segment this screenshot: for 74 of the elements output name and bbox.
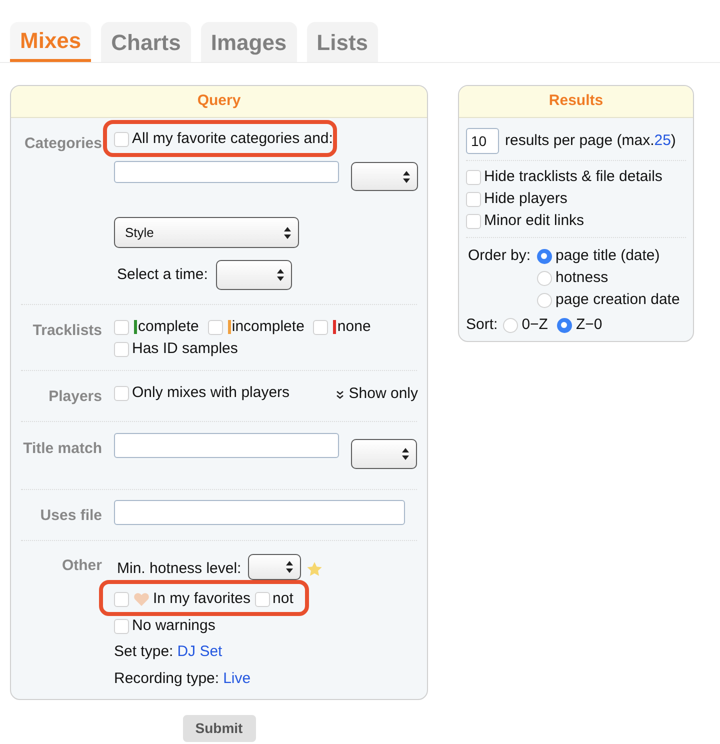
- radio-label: hotness: [556, 269, 608, 287]
- select-dropdown[interactable]: [351, 439, 417, 469]
- field-label: Set type:: [114, 642, 174, 662]
- checkbox[interactable]: [114, 592, 129, 606]
- checkbox-label: In my favorites: [153, 590, 251, 608]
- section-label: Tracklists: [32, 322, 102, 339]
- field-label: Order by:: [468, 246, 531, 266]
- checkbox[interactable]: [466, 170, 481, 184]
- tab[interactable]: Lists: [306, 22, 378, 62]
- checkbox-label: Has ID samples: [132, 340, 238, 358]
- field-label: Sort:: [466, 314, 498, 335]
- radio-button[interactable]: [536, 270, 552, 286]
- text-field[interactable]: [114, 500, 405, 525]
- set-type-link[interactable]: DJ Set: [177, 640, 222, 664]
- panel-header: Query: [11, 86, 427, 118]
- radio-button[interactable]: [502, 318, 518, 332]
- checkbox[interactable]: [114, 618, 129, 634]
- checkbox[interactable]: [466, 192, 481, 206]
- tab[interactable]: Images: [200, 22, 297, 62]
- radio-button[interactable]: [556, 318, 572, 332]
- submit-button[interactable]: Submit: [182, 715, 256, 742]
- section-label: Title match: [23, 440, 102, 457]
- field-label: Recording type:: [114, 668, 220, 689]
- checkbox-label: incomplete: [232, 318, 304, 336]
- section-label: Uses file: [40, 507, 102, 524]
- select-dropdown[interactable]: [248, 554, 302, 580]
- section-label: Categories: [24, 135, 102, 152]
- field-label: Select a time:: [117, 264, 208, 285]
- checkbox-label: No warnings: [132, 617, 216, 635]
- number-field[interactable]: 10: [466, 128, 499, 154]
- checkbox[interactable]: [466, 214, 481, 228]
- radio-button[interactable]: [536, 292, 552, 308]
- radio-label: Z−0: [576, 316, 602, 334]
- text-field[interactable]: [114, 433, 339, 458]
- up-down-arrows-icon: [402, 448, 409, 460]
- select-dropdown[interactable]: [351, 162, 418, 191]
- checkbox-label: complete: [138, 318, 199, 336]
- checkbox[interactable]: [208, 320, 223, 334]
- select-dropdown[interactable]: [216, 260, 292, 290]
- checkbox[interactable]: [114, 132, 129, 146]
- checkbox[interactable]: [114, 320, 129, 334]
- radio-button[interactable]: [536, 248, 552, 264]
- select-dropdown[interactable]: Style: [114, 217, 299, 248]
- checkbox-label: none: [337, 318, 371, 336]
- checkbox[interactable]: [114, 386, 129, 400]
- checkbox-label: Hide tracklists & file details: [484, 168, 662, 186]
- max-results-link[interactable]: 25: [654, 132, 671, 149]
- checkbox-label: All my favorite categories and:: [132, 130, 333, 148]
- checkbox[interactable]: [114, 342, 129, 356]
- up-down-arrows-icon: [403, 170, 410, 182]
- heart-icon: [134, 592, 149, 606]
- up-down-arrows-icon: [284, 226, 291, 238]
- field-label: Min. hotness level:: [117, 558, 242, 579]
- recording-type-link[interactable]: Live: [223, 668, 251, 690]
- show-only-toggle[interactable]: Show only: [348, 383, 418, 406]
- star-icon: [307, 562, 322, 576]
- radio-label: page title (date): [556, 247, 660, 265]
- checkbox[interactable]: [254, 592, 270, 606]
- radio-label: page creation date: [556, 291, 680, 309]
- checkbox-label: Hide players: [484, 190, 568, 208]
- double-chevron-down-icon: [336, 390, 344, 398]
- section-label: Players: [48, 388, 102, 405]
- checkbox-label: Only mixes with players: [132, 384, 290, 402]
- checkbox[interactable]: [313, 320, 328, 334]
- radio-label: 0−Z: [522, 316, 548, 334]
- checkbox-label: Minor edit links: [484, 212, 584, 230]
- tab[interactable]: Charts: [101, 22, 191, 62]
- results-per-page-text: results per page (max.25): [505, 130, 676, 151]
- checkbox-label: not: [272, 590, 294, 608]
- text-field[interactable]: [114, 161, 339, 183]
- up-down-arrows-icon: [276, 269, 284, 281]
- up-down-arrows-icon: [286, 561, 294, 573]
- section-label: Other: [62, 557, 102, 574]
- panel-header: Results: [459, 86, 693, 118]
